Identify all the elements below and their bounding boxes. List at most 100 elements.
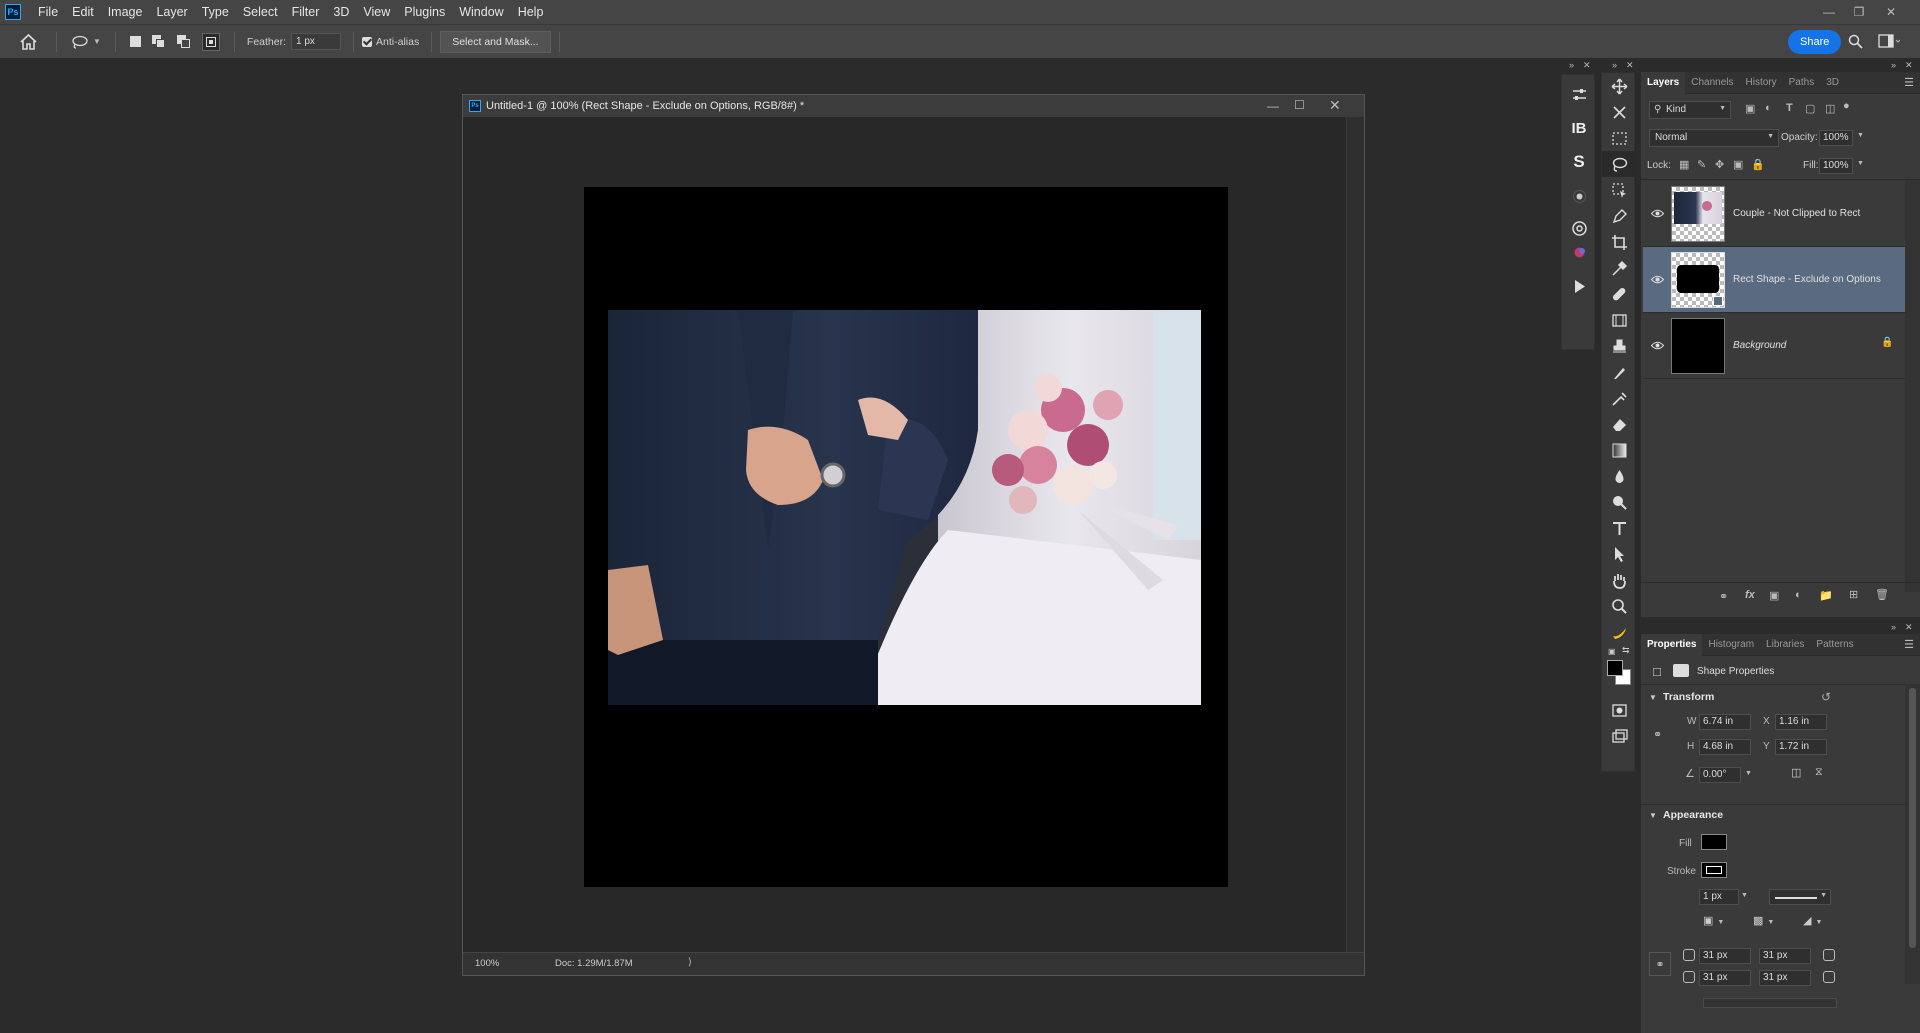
- filter-toggle-icon[interactable]: ●: [1843, 100, 1850, 112]
- link-layers-icon[interactable]: ⚭: [1719, 590, 1728, 603]
- fill-dropdown-icon[interactable]: ▼: [1857, 160, 1864, 167]
- eyedropper-tool-icon[interactable]: [1602, 255, 1636, 281]
- spiral-plugin-icon[interactable]: [1562, 215, 1596, 241]
- play-actions-icon[interactable]: [1562, 273, 1596, 299]
- ib-plugin-icon[interactable]: IB: [1562, 115, 1596, 141]
- clone-stamp-tool-icon[interactable]: [1602, 333, 1636, 359]
- properties-extra-slider[interactable]: [1703, 998, 1837, 1008]
- eraser-tool-icon[interactable]: [1602, 411, 1636, 437]
- tab-history[interactable]: History: [1740, 72, 1783, 94]
- stroke-width-dropdown-icon[interactable]: ▼: [1741, 892, 1748, 899]
- layer-visibility-eye-icon[interactable]: [1643, 209, 1671, 218]
- opacity-input[interactable]: 100%: [1819, 130, 1853, 146]
- menu-view[interactable]: View: [356, 0, 397, 24]
- type-tool-icon[interactable]: [1602, 515, 1636, 541]
- healing-brush-tool-icon[interactable]: [1602, 281, 1636, 307]
- gradient-tool-icon[interactable]: [1602, 437, 1636, 463]
- canvas[interactable]: [584, 187, 1228, 887]
- appearance-chevron-icon[interactable]: ▼: [1649, 811, 1657, 820]
- menu-type[interactable]: Type: [195, 0, 236, 24]
- blur-tool-icon[interactable]: [1602, 463, 1636, 489]
- document-scrollbar[interactable]: [1346, 117, 1364, 952]
- new-group-icon[interactable]: 📁: [1819, 589, 1833, 602]
- corner-bl-input[interactable]: 31 px: [1699, 970, 1751, 986]
- select-and-mask-button[interactable]: Select and Mask...: [440, 30, 551, 53]
- corner-tl-input[interactable]: 31 px: [1699, 948, 1751, 964]
- stroke-type-select[interactable]: ▼: [1769, 889, 1831, 905]
- menu-plugins[interactable]: Plugins: [397, 0, 452, 24]
- doc-close-icon[interactable]: ✕: [1329, 97, 1341, 114]
- close-window-icon[interactable]: ✕: [1876, 0, 1906, 24]
- pen-tool-icon[interactable]: [1602, 203, 1636, 229]
- workspace-icon[interactable]: [1878, 34, 1901, 51]
- status-arrow-icon[interactable]: ⟩: [688, 957, 692, 968]
- layer-row-rect-shape[interactable]: Rect Shape - Exclude on Options: [1643, 247, 1905, 313]
- lock-all-icon[interactable]: 🔒: [1751, 158, 1765, 171]
- swap-colors-icon[interactable]: ⇆: [1622, 645, 1630, 656]
- stroke-align-select[interactable]: ▣ ▼: [1703, 914, 1737, 930]
- properties-scrollbar[interactable]: [1905, 684, 1920, 984]
- stroke-color-swatch[interactable]: [1701, 862, 1727, 878]
- menu-layer[interactable]: Layer: [149, 0, 194, 24]
- layer-visibility-eye-icon[interactable]: [1643, 341, 1671, 350]
- new-selection-icon[interactable]: [129, 36, 141, 47]
- search-icon[interactable]: [1848, 34, 1863, 52]
- corner-br-input[interactable]: 31 px: [1759, 970, 1811, 986]
- document-title-bar[interactable]: Ps Untitled-1 @ 100% (Rect Shape - Exclu…: [463, 95, 1364, 117]
- adjustments-icon[interactable]: [1562, 81, 1596, 107]
- menu-select[interactable]: Select: [236, 0, 285, 24]
- default-colors-icon[interactable]: ▣: [1608, 647, 1616, 656]
- menu-help[interactable]: Help: [511, 0, 551, 24]
- zoom-tool-icon[interactable]: [1602, 593, 1636, 619]
- lock-image-icon[interactable]: ✎: [1697, 158, 1706, 171]
- filter-pixel-icon[interactable]: ▣: [1745, 102, 1755, 115]
- lasso-tool-preset-icon[interactable]: ▼: [71, 35, 101, 49]
- new-layer-icon[interactable]: ⊞: [1849, 588, 1858, 601]
- minimize-window-icon[interactable]: —: [1814, 0, 1844, 24]
- history-brush-tool-icon[interactable]: [1602, 359, 1636, 385]
- mixer-brush-tool-icon[interactable]: [1602, 385, 1636, 411]
- layer-filter-kind-select[interactable]: ⚲ Kind ▼: [1649, 101, 1731, 119]
- stroke-width-input[interactable]: 1 px: [1699, 889, 1739, 905]
- tab-layers[interactable]: Layers: [1641, 71, 1686, 94]
- mask-properties-icon[interactable]: [1673, 664, 1689, 677]
- tab-3d[interactable]: 3D: [1820, 72, 1845, 94]
- artboard-tool-icon[interactable]: [1602, 99, 1636, 125]
- tab-channels[interactable]: Channels: [1685, 72, 1739, 94]
- transform-chevron-icon[interactable]: ▼: [1649, 693, 1657, 702]
- banana-plugin-icon[interactable]: [1602, 619, 1636, 645]
- move-tool-icon[interactable]: [1602, 73, 1636, 99]
- layers-scrollbar[interactable]: [1905, 180, 1920, 592]
- delete-layer-icon[interactable]: 🗑: [1875, 588, 1889, 601]
- link-corners-icon[interactable]: ⚭: [1649, 952, 1671, 976]
- filter-type-icon[interactable]: T: [1786, 102, 1793, 114]
- menu-image[interactable]: Image: [101, 0, 150, 24]
- stroke-caps-select[interactable]: ▩ ▼: [1753, 914, 1787, 930]
- y-input[interactable]: 1.72 in: [1775, 739, 1827, 755]
- shape-properties-icon[interactable]: □: [1653, 664, 1661, 679]
- menu-edit[interactable]: Edit: [65, 0, 101, 24]
- properties-menu-icon[interactable]: ☰: [1904, 638, 1914, 651]
- filter-shape-icon[interactable]: ▢: [1805, 102, 1815, 115]
- feather-input[interactable]: 1 px: [291, 33, 342, 50]
- layer-style-fx-icon[interactable]: fx: [1745, 589, 1755, 601]
- add-to-selection-icon[interactable]: [151, 35, 166, 48]
- lock-position-icon[interactable]: ✥: [1715, 158, 1724, 171]
- path-selection-tool-icon[interactable]: [1602, 541, 1636, 567]
- link-dimensions-icon[interactable]: ⚭: [1653, 728, 1662, 741]
- blend-mode-select[interactable]: Normal ▼: [1649, 129, 1779, 147]
- quick-mask-icon[interactable]: [1602, 697, 1636, 723]
- color-plugin-icon[interactable]: [1562, 239, 1596, 265]
- doc-maximize-icon[interactable]: ☐: [1294, 98, 1305, 112]
- share-button[interactable]: Share: [1788, 30, 1842, 54]
- layer-visibility-eye-icon[interactable]: [1643, 275, 1671, 284]
- circle-plugin-icon[interactable]: [1562, 183, 1596, 209]
- corner-tr-input[interactable]: 31 px: [1759, 948, 1811, 964]
- brush-tool-icon[interactable]: [1602, 307, 1636, 333]
- doc-minimize-icon[interactable]: —: [1267, 99, 1279, 113]
- home-icon[interactable]: [8, 33, 48, 50]
- tab-histogram[interactable]: Histogram: [1702, 634, 1760, 656]
- lock-transparent-icon[interactable]: ▦: [1679, 158, 1689, 171]
- restore-window-icon[interactable]: ❐: [1844, 0, 1874, 24]
- tab-properties[interactable]: Properties: [1641, 633, 1703, 656]
